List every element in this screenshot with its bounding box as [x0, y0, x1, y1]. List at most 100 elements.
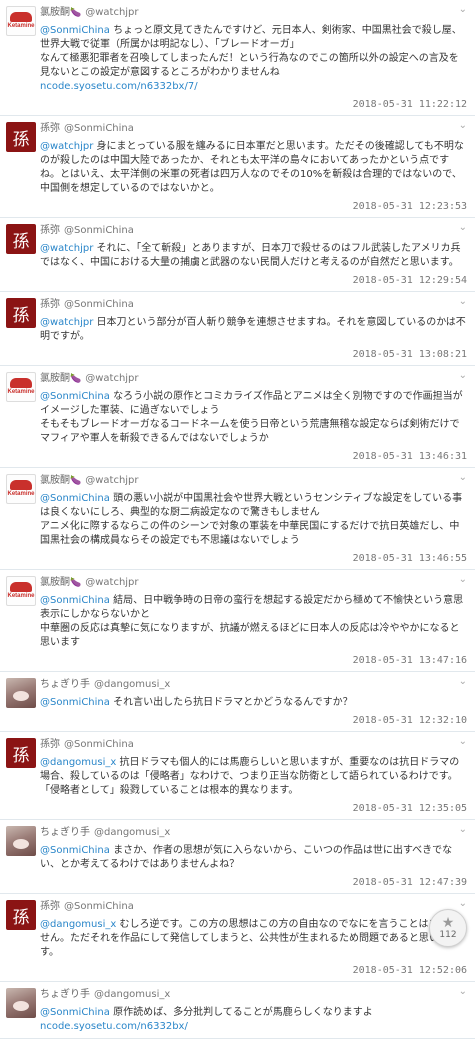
- tweet[interactable]: 孫 ⌄ 孫弥 @SonmiChina @dangomusi_x むしろ逆です。この方の思…: [0, 894, 475, 982]
- mention-link[interactable]: @SonmiChina: [40, 391, 110, 402]
- chevron-down-icon[interactable]: ⌄: [459, 574, 467, 585]
- timestamp[interactable]: 2018-05-31 13:47:16: [40, 654, 467, 667]
- avatar[interactable]: [6, 678, 36, 708]
- favorite-button[interactable]: ★ 112: [429, 909, 467, 947]
- chevron-down-icon[interactable]: ⌄: [459, 296, 467, 307]
- url-link[interactable]: ncode.syosetu.com/n6332bx/: [40, 1020, 467, 1034]
- timestamp[interactable]: 2018-05-31 12:23:53: [40, 200, 467, 213]
- eggplant-icon: 🍆: [70, 578, 82, 588]
- mention-link[interactable]: @watchjpr: [40, 141, 93, 152]
- user-handle[interactable]: @SonmiChina: [64, 225, 134, 236]
- chevron-down-icon[interactable]: ⌄: [459, 222, 467, 233]
- mention-link[interactable]: @SonmiChina: [40, 697, 110, 708]
- tweet[interactable]: 孫 ⌄ 孫弥 @SonmiChina @dangomusi_x 抗日ドラマも個人的には馬…: [0, 732, 475, 820]
- timestamp[interactable]: 2018-05-31 12:32:10: [40, 714, 467, 727]
- mention-link[interactable]: @dangomusi_x: [40, 757, 116, 768]
- avatar[interactable]: 孫: [6, 738, 36, 768]
- user-handle[interactable]: @SonmiChina: [64, 299, 134, 310]
- timestamp[interactable]: 2018-05-31 12:35:05: [40, 802, 467, 815]
- display-name[interactable]: 孫弥: [40, 901, 60, 912]
- tweet[interactable]: ⌄ ちょぎり手 @dangomusi_x @SonmiChina 原作読めば、多分批判…: [0, 982, 475, 1039]
- timestamp[interactable]: 2018-05-31 13:46:55: [40, 552, 467, 565]
- display-name[interactable]: 孫弥: [40, 123, 60, 134]
- tweet-feed: Ketamine ⌄ 氯胺酮🍆 @watchjpr @SonmiChina ちょっと原文…: [0, 0, 475, 1039]
- avatar[interactable]: 孫: [6, 122, 36, 152]
- tweet-text: @SonmiChina 結局、日中戦争時の日帝の蛮行を想起する設定だから極めて不…: [40, 594, 467, 650]
- mention-link[interactable]: @SonmiChina: [40, 595, 110, 606]
- chevron-down-icon[interactable]: ⌄: [459, 736, 467, 747]
- avatar[interactable]: [6, 826, 36, 856]
- timestamp[interactable]: 2018-05-31 12:29:54: [40, 274, 467, 287]
- tweet-header: 氯胺酮🍆 @watchjpr: [40, 474, 467, 488]
- user-handle[interactable]: @SonmiChina: [64, 123, 134, 134]
- chevron-down-icon[interactable]: ⌄: [459, 986, 467, 997]
- chevron-down-icon[interactable]: ⌄: [459, 370, 467, 381]
- chevron-down-icon[interactable]: ⌄: [459, 824, 467, 835]
- display-name[interactable]: 氯胺酮: [40, 373, 70, 384]
- display-name[interactable]: ちょぎり手: [40, 989, 90, 1000]
- user-handle[interactable]: @watchjpr: [85, 7, 138, 18]
- mention-link[interactable]: @dangomusi_x: [40, 919, 116, 930]
- avatar[interactable]: 孫: [6, 224, 36, 254]
- display-name[interactable]: 孫弥: [40, 225, 60, 236]
- user-handle[interactable]: @watchjpr: [85, 475, 138, 486]
- display-name[interactable]: 氯胺酮: [40, 577, 70, 588]
- user-handle[interactable]: @watchjpr: [85, 577, 138, 588]
- tweet[interactable]: 孫 ⌄ 孫弥 @SonmiChina @watchjpr それに、「全て斬殺」とあります…: [0, 218, 475, 292]
- timestamp[interactable]: 2018-05-31 13:08:21: [40, 348, 467, 361]
- timestamp[interactable]: 2018-05-31 11:22:12: [40, 98, 467, 111]
- chevron-down-icon[interactable]: ⌄: [459, 676, 467, 687]
- avatar[interactable]: Ketamine: [6, 474, 36, 504]
- chevron-down-icon[interactable]: ⌄: [459, 898, 467, 909]
- tweet[interactable]: Ketamine ⌄ 氯胺酮🍆 @watchjpr @SonmiChina 頭の悪い小説…: [0, 468, 475, 570]
- user-handle[interactable]: @dangomusi_x: [94, 679, 170, 690]
- avatar[interactable]: Ketamine: [6, 576, 36, 606]
- mention-link[interactable]: @SonmiChina: [40, 25, 110, 36]
- chevron-down-icon[interactable]: ⌄: [459, 120, 467, 131]
- display-name[interactable]: 氯胺酮: [40, 475, 70, 486]
- timestamp[interactable]: 2018-05-31 12:47:39: [40, 876, 467, 889]
- display-name[interactable]: 孫弥: [40, 299, 60, 310]
- mention-link[interactable]: @SonmiChina: [40, 1007, 110, 1018]
- avatar[interactable]: 孫: [6, 900, 36, 930]
- tweet-text: @SonmiChina なろう小説の原作とコミカライズ作品とアニメは全く別物です…: [40, 390, 467, 446]
- mention-link[interactable]: @watchjpr: [40, 317, 93, 328]
- avatar[interactable]: [6, 988, 36, 1018]
- user-handle[interactable]: @dangomusi_x: [94, 827, 170, 838]
- avatar[interactable]: Ketamine: [6, 6, 36, 36]
- display-name[interactable]: ちょぎり手: [40, 827, 90, 838]
- url-link[interactable]: ncode.syosetu.com/n6332bx/7/: [40, 80, 467, 94]
- tweet-text: @dangomusi_x 抗日ドラマも個人的には馬鹿らしいと思いますが、重要なの…: [40, 756, 467, 798]
- eggplant-icon: 🍆: [70, 476, 82, 486]
- avatar-logo-text: Ketamine: [7, 389, 35, 395]
- mention-link[interactable]: @SonmiChina: [40, 493, 110, 504]
- user-handle[interactable]: @SonmiChina: [64, 739, 134, 750]
- display-name[interactable]: ちょぎり手: [40, 679, 90, 690]
- user-handle[interactable]: @SonmiChina: [64, 901, 134, 912]
- avatar[interactable]: Ketamine: [6, 372, 36, 402]
- tweet-body-text: 身にまとっている服を纏みるに日本軍だと思います。ただその後確認しても不明なのが殺…: [40, 141, 464, 194]
- display-name[interactable]: 氯胺酮: [40, 7, 70, 18]
- timestamp[interactable]: 2018-05-31 13:46:31: [40, 450, 467, 463]
- avatar-glyph: 孫: [12, 305, 30, 326]
- tweet[interactable]: Ketamine ⌄ 氯胺酮🍆 @watchjpr @SonmiChina 結局、日中戦…: [0, 570, 475, 672]
- user-handle[interactable]: @dangomusi_x: [94, 989, 170, 1000]
- mention-link[interactable]: @SonmiChina: [40, 845, 110, 856]
- chevron-down-icon[interactable]: ⌄: [459, 472, 467, 483]
- avatar-glyph: 孫: [12, 231, 30, 252]
- tweet[interactable]: ⌄ ちょぎり手 @dangomusi_x @SonmiChina まさか、作者の思想が…: [0, 820, 475, 894]
- tweet[interactable]: Ketamine ⌄ 氯胺酮🍆 @watchjpr @SonmiChina ちょっと原文…: [0, 0, 475, 116]
- tweet[interactable]: ⌄ ちょぎり手 @dangomusi_x @SonmiChina それ言い出したら抗日…: [0, 672, 475, 732]
- tweet[interactable]: 孫 ⌄ 孫弥 @SonmiChina @watchjpr 身にまとっている服を纏みるに日…: [0, 116, 475, 218]
- display-name[interactable]: 孫弥: [40, 739, 60, 750]
- tweet[interactable]: 孫 ⌄ 孫弥 @SonmiChina @watchjpr 日本刀という部分が百人斬り競争…: [0, 292, 475, 366]
- mention-link[interactable]: @watchjpr: [40, 243, 93, 254]
- tweet-text: @SonmiChina ちょっと原文見てきたんですけど、元日本人、剣術家、中国黒…: [40, 24, 467, 94]
- avatar[interactable]: 孫: [6, 298, 36, 328]
- eggplant-icon: 🍆: [70, 8, 82, 18]
- tweet-header: 孫弥 @SonmiChina: [40, 738, 467, 752]
- user-handle[interactable]: @watchjpr: [85, 373, 138, 384]
- chevron-down-icon[interactable]: ⌄: [459, 4, 467, 15]
- timestamp[interactable]: 2018-05-31 12:52:06: [40, 964, 467, 977]
- tweet[interactable]: Ketamine ⌄ 氯胺酮🍆 @watchjpr @SonmiChina なろう小説の…: [0, 366, 475, 468]
